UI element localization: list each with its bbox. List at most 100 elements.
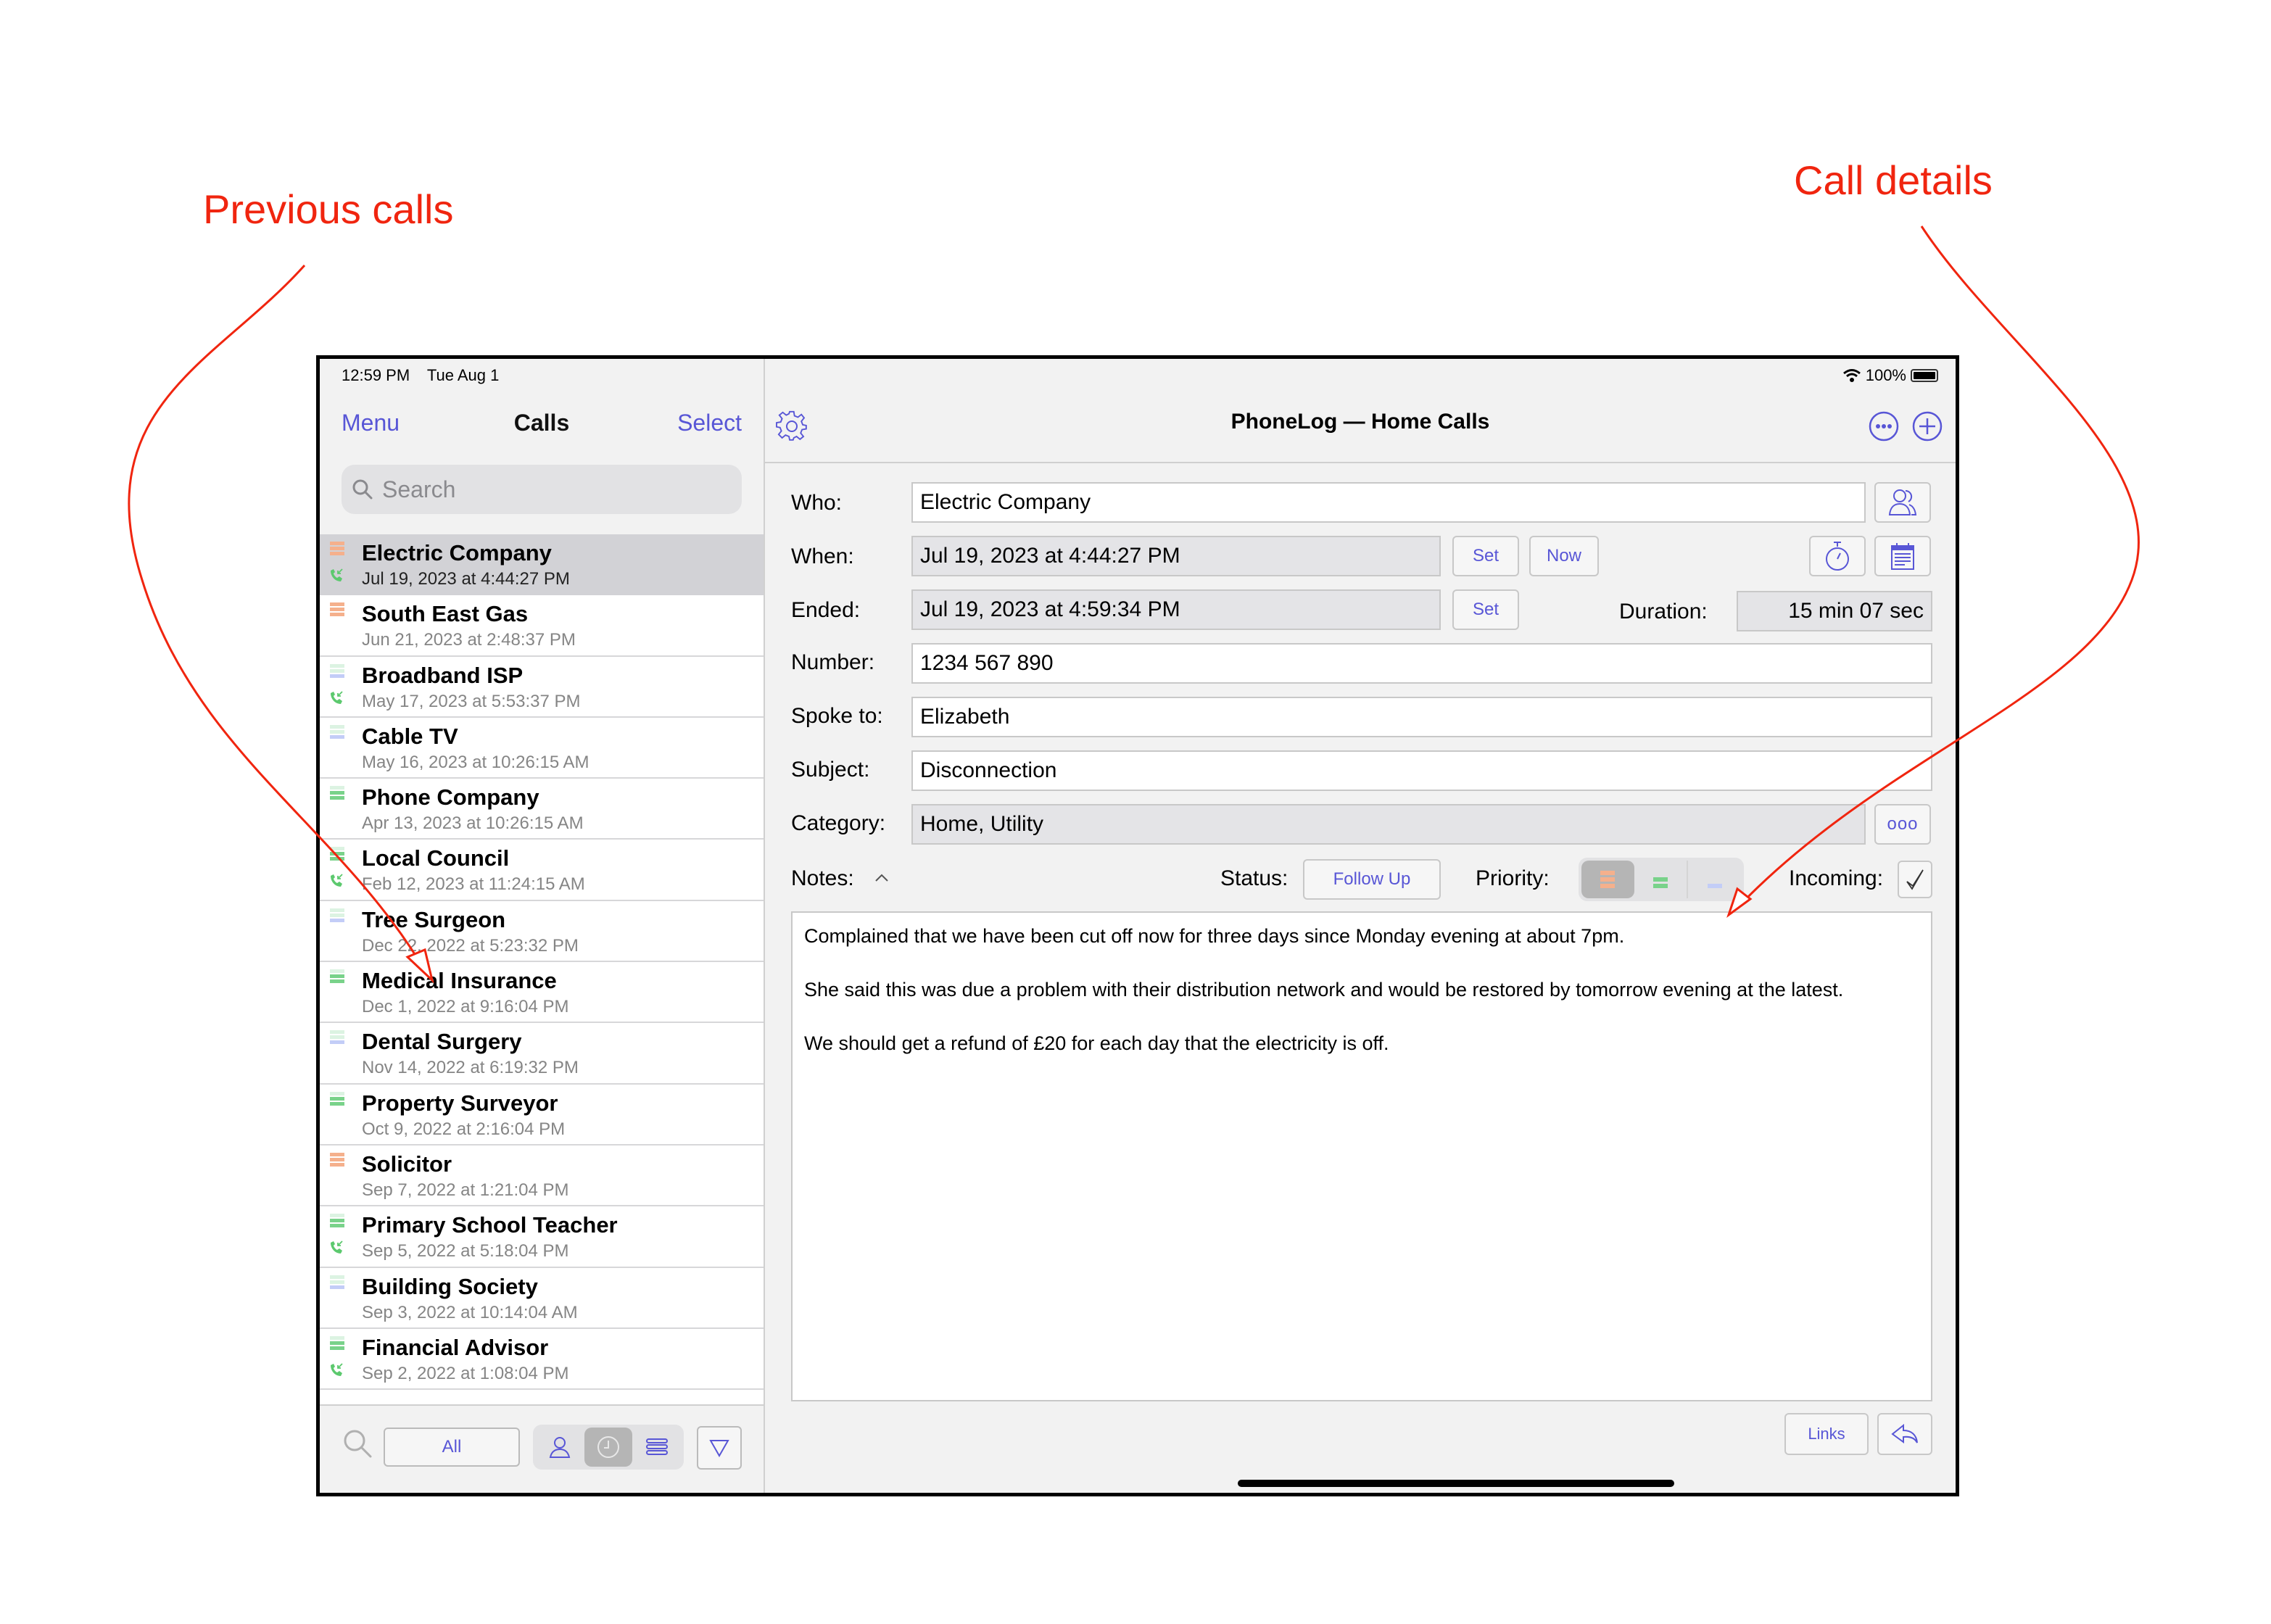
priority-low-icon [330, 908, 344, 924]
call-date: Sep 2, 2022 at 1:08:04 PM [362, 1363, 569, 1383]
call-name: Solicitor [362, 1151, 452, 1177]
status-button[interactable]: Follow Up [1303, 859, 1441, 900]
filter-all-button[interactable]: All [384, 1428, 520, 1467]
stopwatch-icon [1826, 542, 1849, 571]
ended-field[interactable]: Jul 19, 2023 at 4:59:34 PM [911, 589, 1441, 630]
when-field[interactable]: Jul 19, 2023 at 4:44:27 PM [911, 536, 1441, 576]
call-list-item[interactable]: Financial Advisor Sep 2, 2022 at 1:08:04 … [320, 1328, 764, 1391]
category-field[interactable]: Home, Utility [911, 804, 1866, 845]
call-date: Dec 1, 2022 at 9:16:04 PM [362, 997, 569, 1017]
call-list-item[interactable]: Broadband ISP May 17, 2023 at 5:53:37 PM [320, 656, 764, 718]
ended-set-button[interactable]: Set [1452, 589, 1519, 630]
call-list-item[interactable]: Property Surveyor Oct 9, 2022 at 2:16:04 … [320, 1084, 764, 1146]
links-button[interactable]: Links [1784, 1413, 1869, 1455]
call-name: Tree Surgeon [362, 906, 506, 932]
call-date: Sep 5, 2022 at 5:18:04 PM [362, 1241, 569, 1262]
contacts-button[interactable] [1874, 482, 1931, 523]
call-list-item[interactable]: Tree Surgeon Dec 22, 2022 at 5:23:32 PM [320, 900, 764, 963]
notes-collapse-button[interactable] [871, 866, 893, 888]
incoming-checkbox[interactable] [1898, 861, 1932, 898]
when-now-button[interactable]: Now [1529, 536, 1599, 576]
call-name: Cable TV [362, 723, 458, 749]
sort-by-priority-button[interactable] [632, 1428, 681, 1467]
sidebar-nav-bar: Menu Calls Select [320, 410, 764, 453]
call-name: Local Council [362, 845, 510, 871]
priority-high-icon [330, 1152, 344, 1168]
priority-high-icon [1600, 871, 1616, 888]
duration-field: 15 min 07 sec [1737, 591, 1932, 631]
call-date: Sep 3, 2022 at 10:14:04 AM [362, 1302, 578, 1322]
sidebar-toolbar: All [320, 1404, 764, 1493]
call-name: Broadband ISP [362, 662, 524, 688]
duration-label: Duration: [1619, 600, 1708, 624]
status-time: 12:59 PM [342, 366, 410, 384]
call-name: Building Society [362, 1273, 538, 1299]
call-list-item[interactable]: Local Council Feb 12, 2023 at 11:24:15 AM [320, 840, 764, 901]
call-date: Feb 12, 2023 at 11:24:15 AM [362, 874, 585, 895]
wifi-icon [1842, 369, 1861, 382]
call-date: May 16, 2023 at 10:26:15 AM [362, 752, 590, 772]
sort-by-time-button[interactable] [584, 1428, 633, 1467]
priority-medium-icon [1653, 877, 1668, 888]
who-label: Who: [791, 491, 843, 515]
add-call-button[interactable] [1911, 410, 1944, 443]
number-field[interactable]: 1234 567 890 [911, 643, 1932, 684]
subject-field[interactable]: Disconnection [911, 750, 1932, 791]
calendar-button[interactable] [1874, 536, 1931, 576]
category-more-button[interactable]: ooo [1874, 804, 1931, 845]
notes-text-area[interactable]: Complained that we have been cut off now… [791, 911, 1932, 1401]
spoke-to-field[interactable]: Elizabeth [911, 697, 1932, 737]
call-list-item[interactable]: Primary School Teacher Sep 5, 2022 at 5:1… [320, 1206, 764, 1268]
who-field[interactable]: Electric Company [911, 482, 1866, 523]
priority-low-icon [330, 724, 344, 740]
call-name: Electric Company [362, 540, 552, 566]
call-date: Apr 13, 2023 at 10:26:15 AM [362, 813, 584, 834]
search-icon [352, 479, 373, 500]
spoke-to-label: Spoke to: [791, 704, 883, 728]
home-indicator [1238, 1480, 1674, 1487]
priority-label: Priority: [1476, 866, 1550, 890]
calendar-icon [1891, 543, 1914, 570]
when-label: When: [791, 544, 854, 568]
select-button[interactable]: Select [677, 410, 742, 436]
call-list-item[interactable]: Electric Company Jul 19, 2023 at 4:44:27 … [320, 534, 764, 596]
priority-low-icon [330, 1030, 344, 1045]
call-list-item[interactable]: Cable TV May 16, 2023 at 10:26:15 AM [320, 717, 764, 779]
call-list-item[interactable]: Phone Company Apr 13, 2023 at 10:26:15 AM [320, 779, 764, 840]
call-date: May 17, 2023 at 5:53:37 PM [362, 691, 581, 711]
detail-title: PhoneLog — Home Calls [1230, 410, 1490, 434]
call-list-item[interactable]: Medical Insurance Dec 1, 2022 at 9:16:04 … [320, 962, 764, 1024]
notes-paragraph: Complained that we have been cut off now… [804, 925, 1625, 947]
call-name: Financial Advisor [362, 1334, 549, 1360]
priority-segmented-control [1579, 858, 1744, 901]
priority-high-button[interactable] [1581, 861, 1634, 898]
timer-button[interactable] [1809, 536, 1866, 576]
priority-medium-icon [330, 847, 344, 862]
status-bar-time: 12:59 PM Tue Aug 1 [342, 366, 512, 385]
detail-nav-bar: PhoneLog — Home Calls [765, 407, 1956, 463]
chevron-up-icon [875, 874, 888, 882]
triangle-filter-icon [709, 1440, 729, 1458]
call-list-item[interactable]: Solicitor Sep 7, 2022 at 1:21:04 PM [320, 1145, 764, 1207]
search-field[interactable] [342, 465, 742, 514]
when-set-button[interactable]: Set [1452, 536, 1519, 576]
sort-by-contact-button[interactable] [536, 1428, 584, 1467]
call-name: Property Surveyor [362, 1090, 558, 1116]
incoming-call-icon [331, 1240, 343, 1254]
priority-low-button[interactable] [1688, 861, 1741, 898]
reply-arrow-icon [1891, 1423, 1918, 1443]
call-list-item[interactable]: Dental Surgery Nov 14, 2022 at 6:19:32 PM [320, 1023, 764, 1085]
more-options-button[interactable] [1867, 410, 1900, 443]
search-input[interactable] [382, 476, 730, 503]
priority-medium-button[interactable] [1634, 861, 1689, 898]
reply-button[interactable] [1877, 1413, 1932, 1455]
call-list-item[interactable]: South East Gas Jun 21, 2023 at 2:48:37 PM [320, 595, 764, 657]
toolbar-search-icon[interactable] [342, 1428, 373, 1459]
filter-button[interactable] [697, 1426, 742, 1470]
incoming-call-icon [331, 690, 343, 704]
contacts-icon [1888, 489, 1917, 515]
checkmark-icon [1906, 869, 1924, 890]
call-list-item[interactable]: Building Society Sep 3, 2022 at 10:14:04 … [320, 1267, 764, 1329]
priority-high-icon [330, 602, 344, 618]
call-name: Medical Insurance [362, 968, 557, 994]
